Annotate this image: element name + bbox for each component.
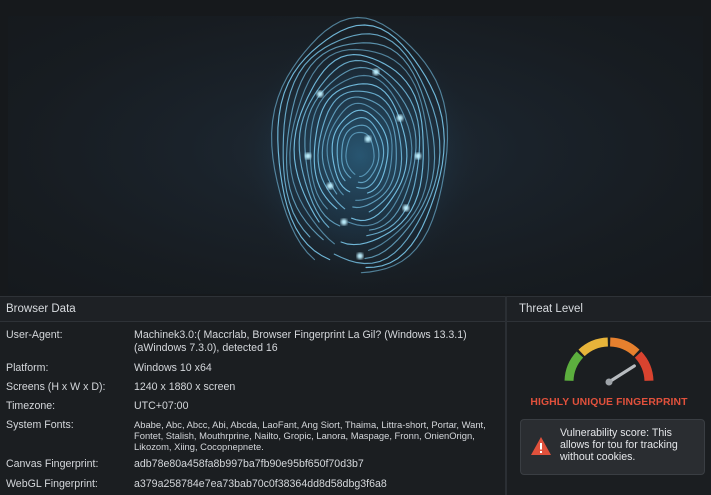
vulnerability-alert: Vulnerability score: This allows for tou… [520,419,705,475]
user-agent-label: User-Agent: [6,329,63,341]
gauge-needle [607,364,636,384]
timezone-label: Timezone: [6,400,56,412]
fingerprint-spark [316,90,324,98]
vulnerability-alert-text: Vulnerability score: This allows for tou… [560,427,678,464]
browser-data-title: Browser Data [0,296,505,322]
app-window: Browser Data User-Agent: Machinek3.0:( M… [0,0,711,495]
canvas-fingerprint-label: Canvas Fingerprint: [6,458,99,470]
timezone-value: UTC+07:00 [134,400,189,412]
fingerprint-spark [356,252,364,260]
gauge-icon [564,337,654,386]
threat-level-label: HIGHLY UNIQUE FINGERPRINT [530,397,688,408]
fingerprint-spark [364,135,372,143]
platform-label: Platform: [6,362,49,374]
threat-gauge [559,332,659,386]
fingerprint-hero-image [8,16,703,294]
fingerprint-icon [240,16,480,291]
fingerprint-spark [372,68,380,76]
user-agent-value: Machinek3.0:( Maccrlab, Browser Fingerpr… [134,329,467,354]
screens-label: Screens (H x W x D): [6,381,106,393]
canvas-fingerprint-value: adb78e80a458fa8b997ba7fb90e95bf650f70d3b… [134,458,364,470]
fingerprint-spark [326,182,334,190]
fingerprint-spark [414,152,422,160]
gauge-segment-red [634,351,654,382]
warning-triangle-icon [531,437,551,455]
fingerprint-spark [304,152,312,160]
system-fonts-value: Ababe, Abc, Abcc, Abi, Abcda, LaoFant, A… [134,419,486,453]
threat-level-title: Threat Level [507,296,711,322]
fingerprint-spark [340,218,348,226]
gauge-segment-green [564,351,584,382]
gauge-hub [605,378,613,386]
browser-data-panel: Browser Data User-Agent: Machinek3.0:( M… [0,296,505,495]
screens-value: 1240 x 1880 x screen [134,381,236,393]
platform-value: Windows 10 x64 [134,362,212,374]
fingerprint-spark [396,114,404,122]
threat-level-panel: Threat Level HIGHLY UNIQUE FINGERPRINT V… [507,296,711,495]
gauge-segment-orange [609,337,640,357]
webgl-fingerprint-label: WebGL Fingerprint: [6,478,98,490]
gauge-segment-yellow [578,337,609,357]
fingerprint-spark [402,204,410,212]
system-fonts-label: System Fonts: [6,419,74,431]
webgl-fingerprint-value: a379a258784e7ea73bab70c0f38364dd8d58dbg3… [134,478,387,490]
